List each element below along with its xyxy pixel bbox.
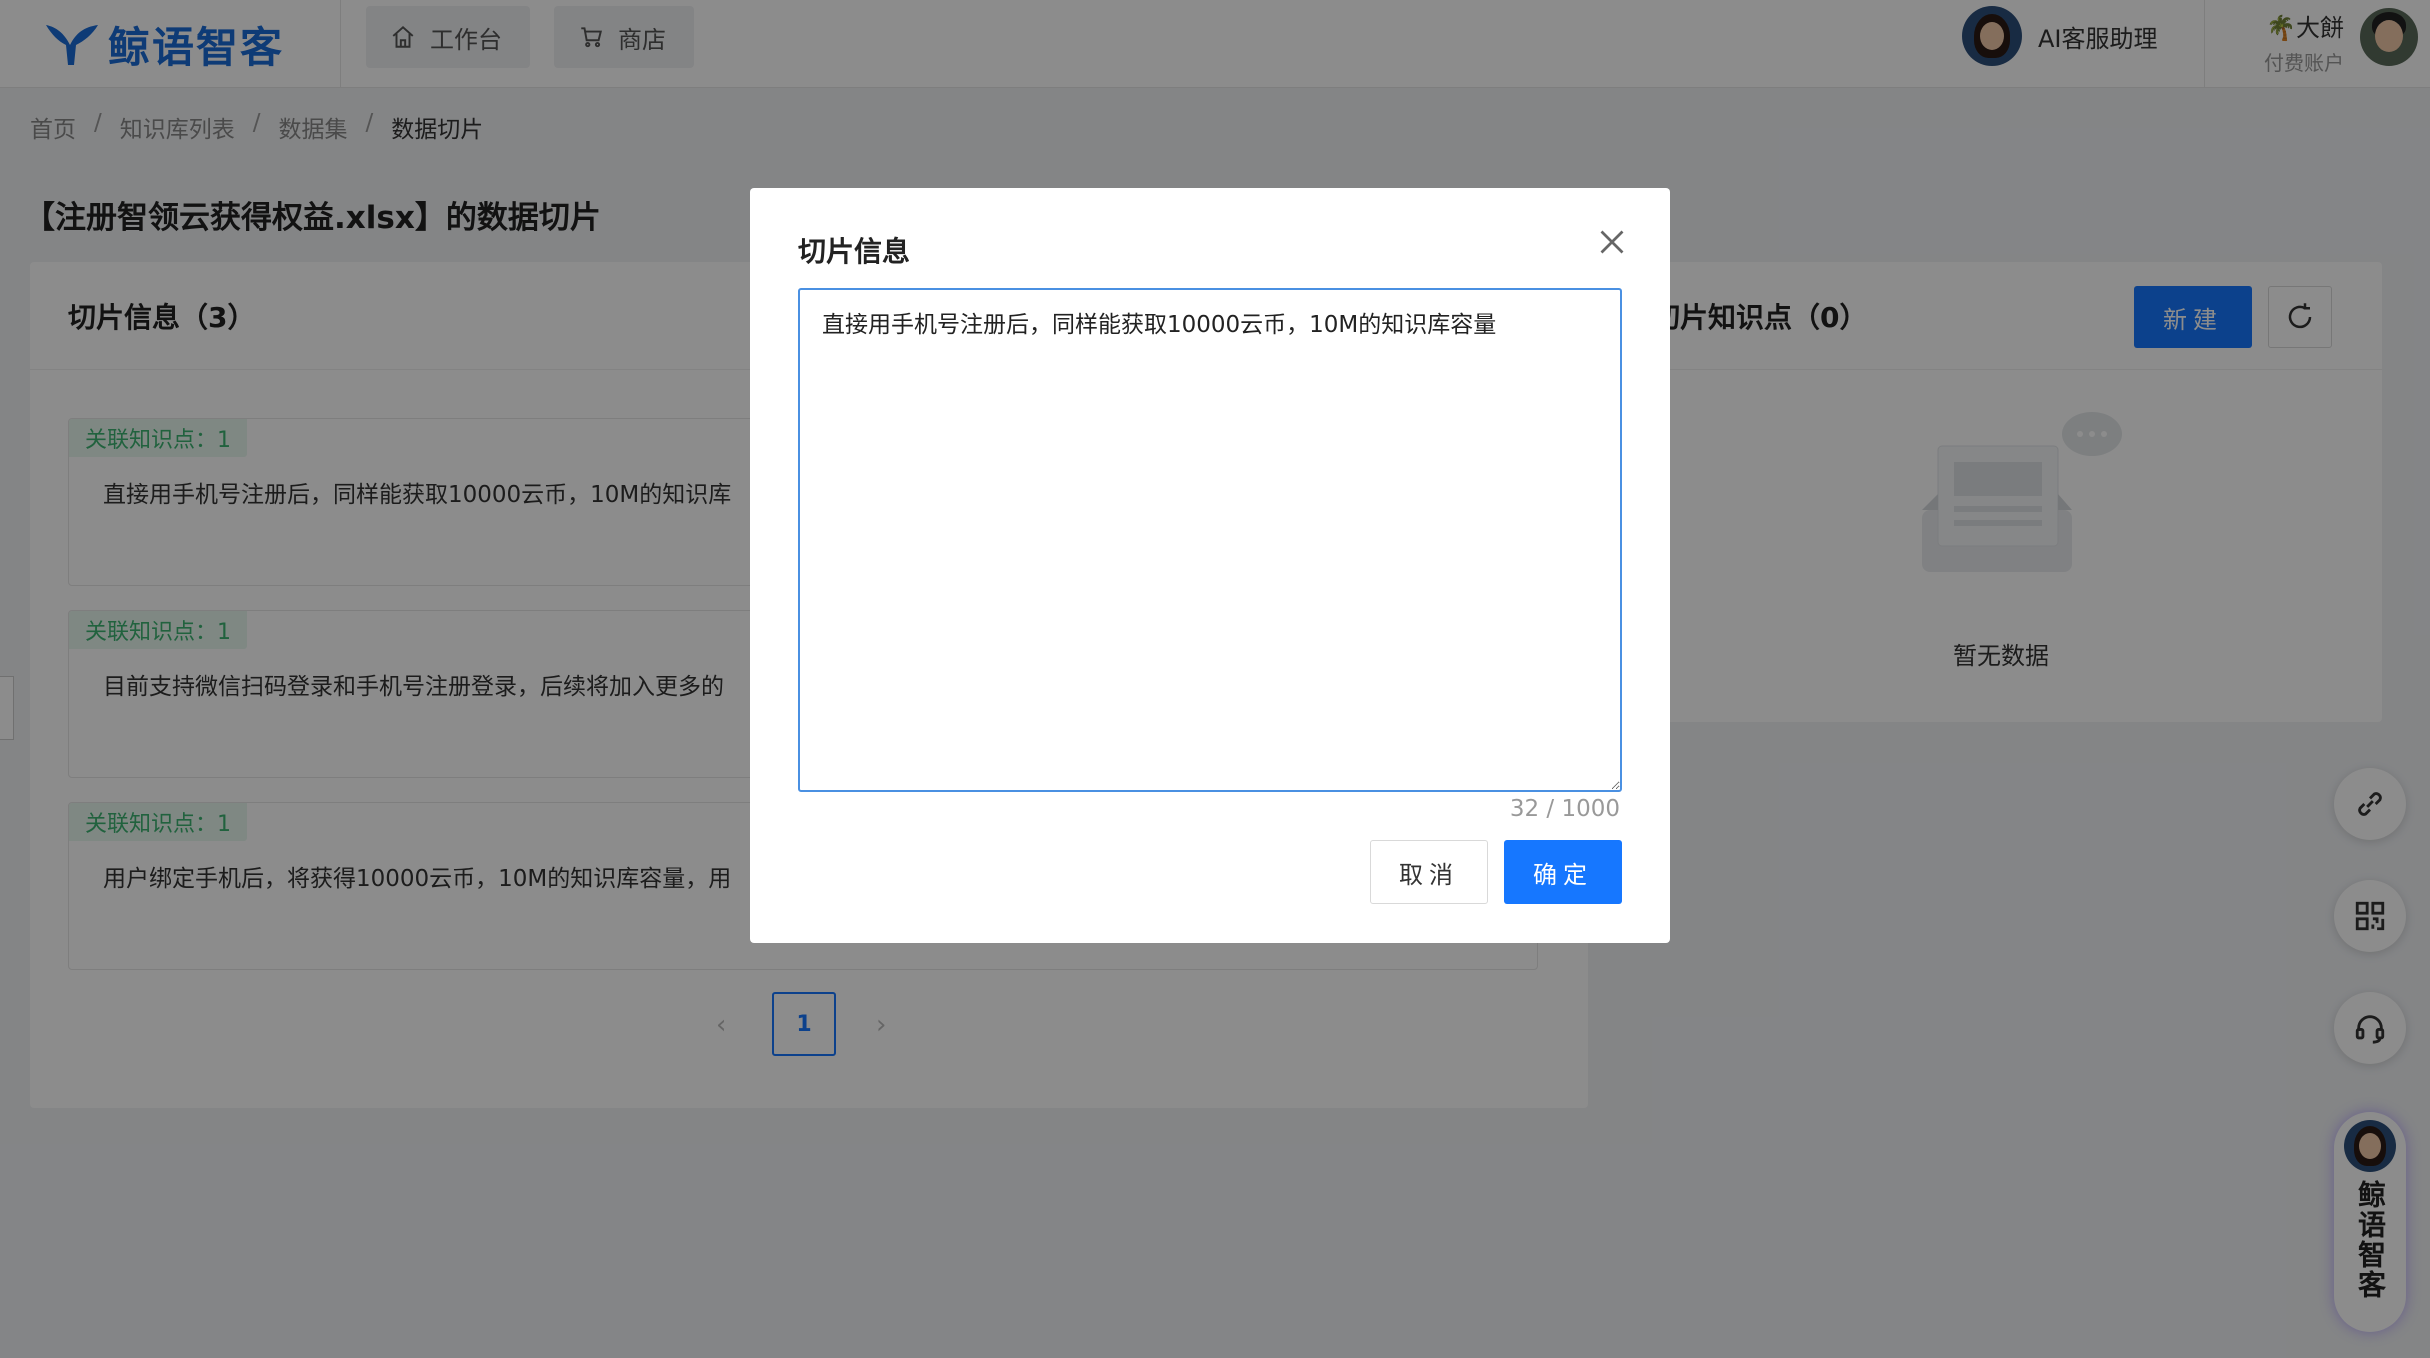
cancel-button[interactable]: 取消 [1370, 840, 1488, 904]
close-icon[interactable] [1594, 224, 1630, 260]
confirm-button[interactable]: 确定 [1504, 840, 1622, 904]
chunk-edit-dialog: 切片信息 直接用手机号注册后，同样能获取10000云币，10M的知识库容量 32… [750, 188, 1670, 943]
chunk-content-textarea[interactable]: 直接用手机号注册后，同样能获取10000云币，10M的知识库容量 [798, 288, 1622, 792]
char-count: 32 / 1000 [1509, 796, 1620, 822]
dialog-title: 切片信息 [798, 235, 911, 268]
